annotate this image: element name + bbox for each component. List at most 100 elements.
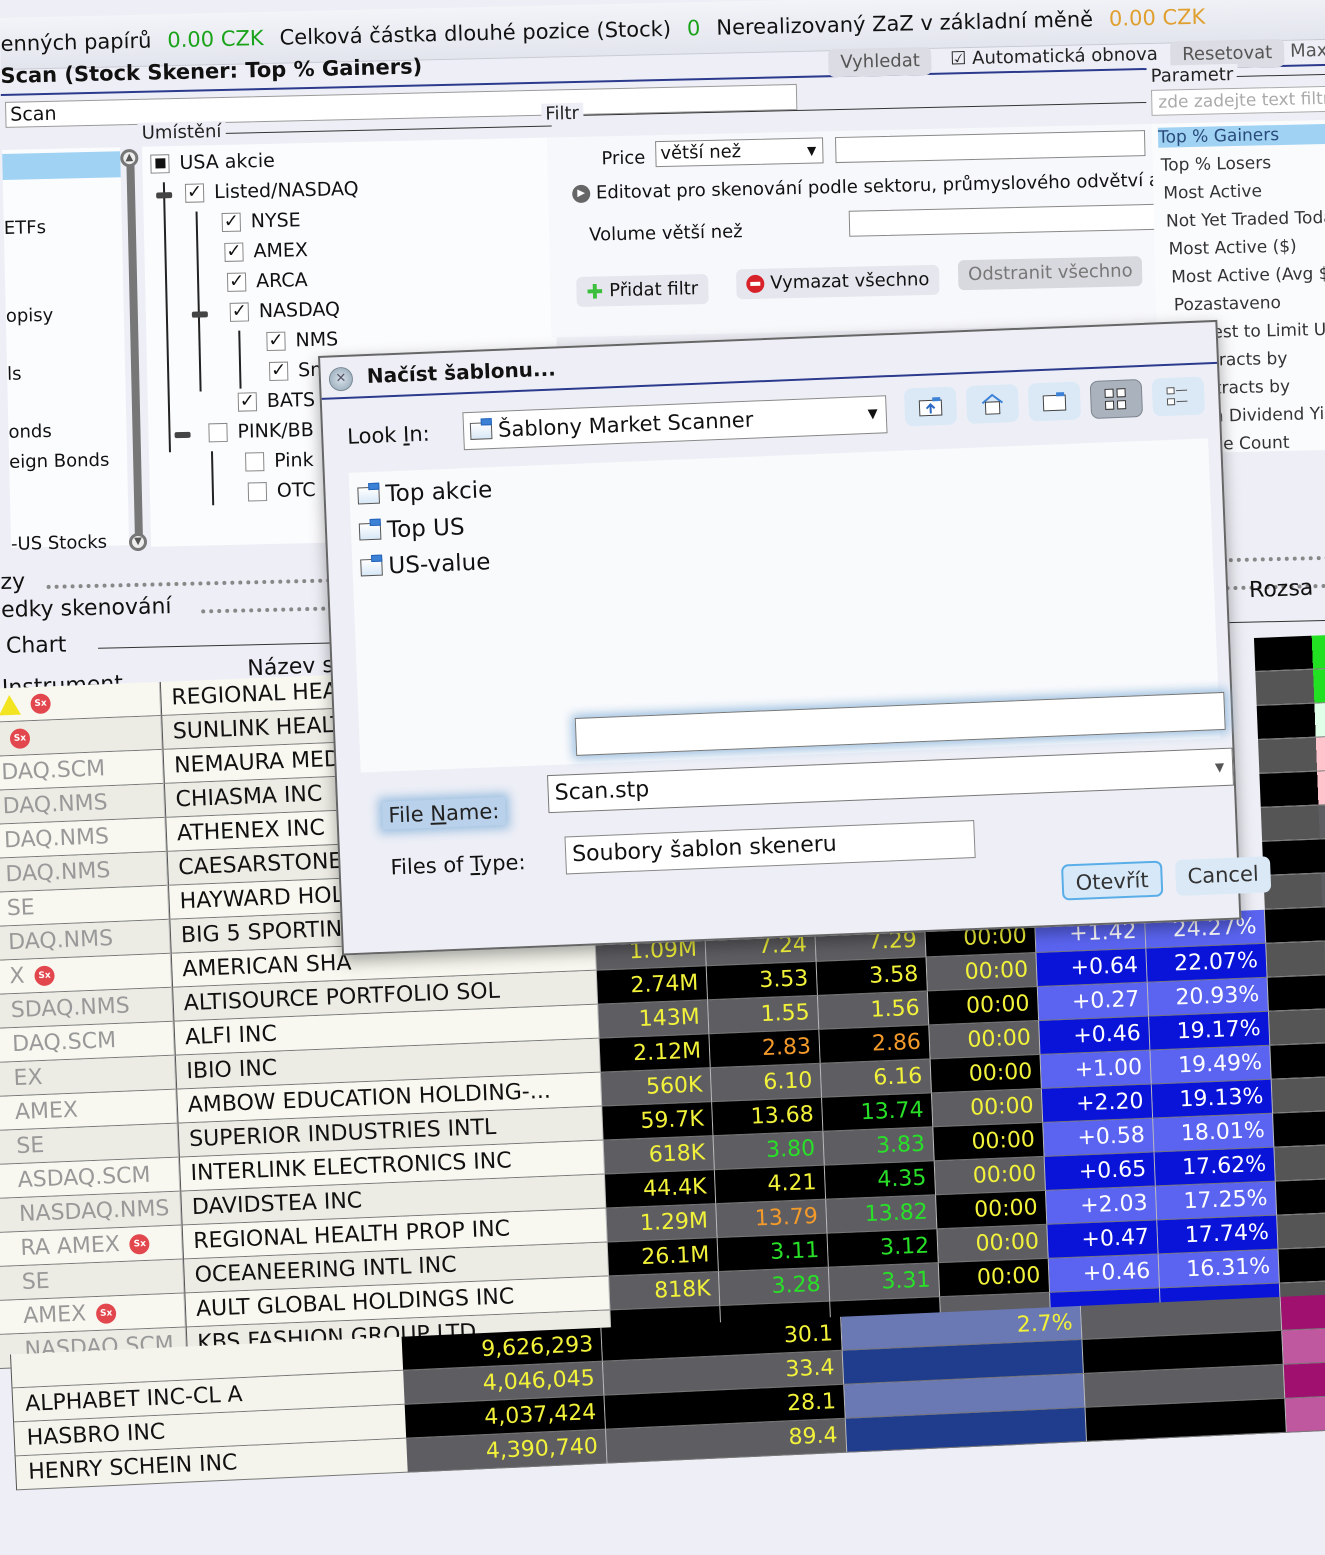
instrument-list-item[interactable]: opisy — [6, 305, 54, 327]
tree-node-pink-bb[interactable]: PINK/BB — [208, 419, 314, 443]
tree-collapse-handle[interactable] — [175, 432, 191, 438]
column-header-range[interactable]: Rozsa — [1249, 576, 1314, 604]
search-button[interactable]: Vyhledat — [828, 47, 932, 77]
cell-bid: 3.28 — [719, 1268, 830, 1306]
cell-bid: 13.79 — [716, 1200, 827, 1238]
cell-chg: +0.47 — [1047, 1220, 1158, 1258]
checkbox-checked-icon[interactable]: ✓ — [227, 272, 246, 291]
tree-node-arca[interactable]: ✓ARCA — [227, 269, 308, 293]
instrument-list-scrollbar[interactable] — [126, 151, 143, 541]
tree-node-nasdaq[interactable]: ✓NASDAQ — [230, 298, 341, 322]
parameter-group-line — [1237, 73, 1325, 77]
auto-refresh-checkbox[interactable]: ☑ Automatická obnova — [950, 44, 1158, 70]
file-item-folder[interactable]: Top US — [359, 514, 466, 544]
checkbox-checked-icon[interactable]: ✓ — [269, 361, 288, 380]
checkbox-unchecked-icon[interactable] — [248, 482, 267, 501]
checkbox-checked-icon[interactable]: ✓ — [230, 302, 249, 321]
expand-arrow-icon[interactable]: ▶ — [572, 185, 590, 203]
instrument-exchange: SDAQ.NMS — [10, 993, 130, 1023]
tree-node-usa-stocks[interactable]: USA akcie — [150, 150, 275, 175]
chevron-down-icon: ▼ — [867, 397, 878, 433]
max-button[interactable]: Max — [1290, 40, 1325, 62]
checkbox-checked-icon[interactable]: ✓ — [222, 212, 241, 231]
scroll-up-icon[interactable]: ▲ — [120, 149, 138, 167]
account-value-securities: 0.00 CZK — [167, 26, 264, 52]
parameter-item[interactable]: Most Active — [1163, 181, 1262, 203]
section-header[interactable]: zy — [0, 569, 25, 595]
cell-ask: 3.12 — [828, 1229, 939, 1267]
file-item-folder[interactable]: Top akcie — [357, 477, 493, 508]
instrument-exchange: NASDAQ.NMS — [19, 1196, 170, 1227]
tree-collapse-handle[interactable] — [156, 192, 172, 198]
instrument-list-item[interactable]: eign Bonds — [9, 450, 110, 473]
scan-panel-title: Scan (Stock Skener: Top % Gainers) — [0, 54, 422, 88]
instrument-list-item[interactable]: -US Stocks — [11, 532, 107, 555]
up-folder-icon — [917, 395, 944, 418]
new-folder-button[interactable] — [1028, 381, 1081, 421]
details-view-button[interactable] — [1152, 376, 1205, 416]
cell-range-bar — [1265, 906, 1325, 944]
volume-value-input[interactable] — [849, 204, 1160, 237]
tree-node-bats[interactable]: ✓ BATS — [238, 389, 316, 413]
close-icon[interactable]: ✕ — [328, 367, 353, 392]
instrument-exchange: SE — [16, 1133, 45, 1159]
chart-section-label[interactable]: Chart — [6, 633, 67, 659]
cancel-button[interactable]: Cancel — [1175, 856, 1272, 896]
price-operator-select[interactable]: větší než ▼ — [655, 137, 824, 167]
checkbox-unchecked-icon[interactable] — [208, 422, 227, 441]
minus-circle-icon — [746, 275, 764, 293]
home-button[interactable] — [966, 384, 1019, 424]
tree-connector — [211, 451, 214, 505]
parameter-item[interactable]: Most Active ($) — [1168, 237, 1296, 260]
tree-node-label: BATS — [267, 389, 316, 412]
cell-ask: 1.56 — [818, 991, 929, 1029]
parameter-item[interactable]: Most Active (Avg $) — [1171, 264, 1325, 288]
parameter-filter-input[interactable]: zde zadejte text filtru — [1151, 85, 1325, 116]
section-header-scan-results[interactable]: edky skenování — [1, 594, 172, 623]
instrument-list-selected-item[interactable] — [2, 151, 121, 180]
remove-all-button[interactable]: Odstranit všechno — [958, 256, 1143, 290]
price-value-input[interactable] — [835, 130, 1146, 163]
checkbox-checked-icon[interactable]: ✓ — [185, 183, 204, 202]
file-item-folder[interactable]: US-value — [360, 549, 491, 580]
tree-node-nms[interactable]: ✓NMS — [266, 328, 338, 352]
tree-node-nyse[interactable]: ✓NYSE — [222, 209, 301, 233]
clear-all-label: Vymazat všechno — [770, 265, 930, 299]
sector-edit-link[interactable]: ▶ Editovat pro skenování podle sektoru, … — [572, 170, 1160, 204]
up-folder-button[interactable] — [904, 386, 957, 426]
cell-range-bar — [1258, 736, 1325, 774]
checkbox-partial-icon[interactable] — [150, 154, 169, 173]
tree-node-listed-nasdaq[interactable]: ✓Listed/NASDAQ — [185, 178, 359, 204]
parameter-item-selected[interactable]: Top % Gainers — [1158, 123, 1325, 148]
cell-time: 00:00 — [927, 953, 1038, 991]
instrument-list-item[interactable]: ETFs — [4, 217, 47, 239]
sector-edit-text: Editovat pro skenování podle sektoru, pr… — [596, 170, 1160, 204]
instrument-list-item[interactable]: ls — [7, 364, 22, 385]
tree-node-amex[interactable]: ✓AMEX — [224, 239, 308, 263]
instrument-exchange: ASDAQ.SCM — [17, 1163, 151, 1193]
checkbox-checked-icon[interactable]: ✓ — [224, 242, 243, 261]
tree-node-otc[interactable]: OTC — [248, 479, 316, 503]
instrument-exchange: DAQ.SCM — [12, 1028, 117, 1057]
tree-collapse-handle[interactable] — [192, 311, 208, 317]
open-button[interactable]: Otevřít — [1061, 861, 1163, 901]
scroll-down-icon[interactable]: ▼ — [129, 533, 147, 551]
add-filter-button[interactable]: ✚ Přidat filtr — [576, 274, 708, 307]
checkbox-unchecked-icon[interactable] — [245, 452, 264, 471]
parameter-item[interactable]: Not Yet Traded Today — [1166, 208, 1325, 232]
parameter-item[interactable]: Top % Losers — [1161, 153, 1272, 175]
files-of-type-select[interactable]: Soubory šablon skeneru — [564, 820, 975, 874]
list-view-button[interactable] — [1090, 379, 1143, 419]
instrument-type-list[interactable]: ETFs opisy ls onds eign Bonds -US Stocks — [2, 147, 129, 548]
tree-node-pink[interactable]: Pink — [245, 449, 314, 473]
cell-bid: 2.83 — [709, 1030, 820, 1068]
parameter-item[interactable]: Pozastaveno — [1174, 293, 1281, 315]
clear-all-button[interactable]: Vymazat všechno — [736, 265, 940, 300]
checkbox-checked-icon[interactable]: ✓ — [266, 331, 285, 350]
cell-range-bar — [1259, 770, 1325, 808]
instrument-list-item[interactable]: onds — [8, 421, 52, 443]
chevron-down-icon[interactable]: ▼ — [1214, 749, 1225, 785]
cell-ask: 3.83 — [823, 1127, 934, 1165]
checkbox-checked-icon[interactable]: ✓ — [238, 392, 257, 411]
look-in-select[interactable]: Šablony Market Scanner ▼ — [462, 395, 887, 450]
